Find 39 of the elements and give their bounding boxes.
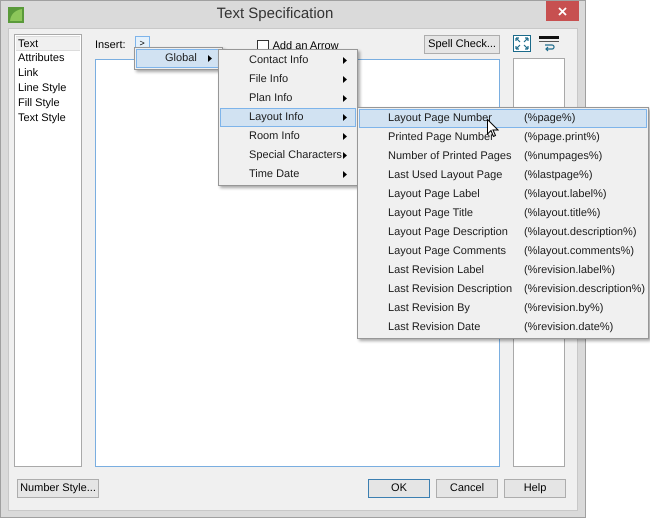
- expand-icon[interactable]: [513, 35, 531, 52]
- menu-item[interactable]: Layout Page Comments (%layout.comments%): [359, 242, 647, 261]
- menu-item[interactable]: Number of Printed Pages (%numpages%): [359, 147, 647, 166]
- menu-item[interactable]: Contact Info: [220, 51, 356, 70]
- menu-item[interactable]: Layout Page Label (%layout.label%): [359, 185, 647, 204]
- list-item[interactable]: Link: [16, 66, 80, 81]
- menu-item[interactable]: File Info: [220, 70, 356, 89]
- menu-item[interactable]: Last Revision By (%revision.by%): [359, 299, 647, 318]
- menu-item[interactable]: Layout Page Number (%page%): [359, 109, 647, 128]
- dialog-button[interactable]: Help: [504, 478, 566, 498]
- menu-item[interactable]: Last Revision Date (%revision.date%): [359, 318, 647, 337]
- text-wrap-icon[interactable]: [539, 35, 559, 52]
- checkbox-label: Add an Arrow: [272, 39, 339, 54]
- menu-item[interactable]: Layout Page Title (%layout.title%): [359, 204, 647, 223]
- dialog-button[interactable]: OK: [368, 478, 430, 498]
- close-icon: [558, 6, 567, 16]
- menu-item[interactable]: Last Revision Label (%revision.label%): [359, 261, 647, 280]
- close-button[interactable]: [546, 1, 579, 21]
- menu-item[interactable]: Last Revision Description (%revision.description%): [359, 280, 647, 299]
- number-style-button[interactable]: Number Style...: [17, 478, 99, 498]
- window-title: Text Specification: [216, 4, 334, 24]
- dialog-button[interactable]: Cancel: [436, 478, 498, 498]
- list-item[interactable]: Line Style: [16, 81, 80, 96]
- insert-label: Insert:: [95, 38, 126, 53]
- spell-check-button[interactable]: Spell Check...: [424, 35, 500, 54]
- menu-item[interactable]: Special Characters: [220, 146, 356, 165]
- list-item[interactable]: Text: [16, 36, 80, 51]
- app-icon: [8, 6, 24, 22]
- menu-item[interactable]: Layout Page Description (%layout.description%): [359, 223, 647, 242]
- list-item[interactable]: Attributes: [16, 51, 80, 66]
- menu-item[interactable]: Time Date: [220, 165, 356, 184]
- menu-item[interactable]: Last Used Layout Page (%lastpage%): [359, 166, 647, 185]
- menu-item[interactable]: Plan Info: [220, 89, 356, 108]
- menu-item[interactable]: Global: [136, 49, 221, 68]
- list-item[interactable]: Fill Style: [16, 96, 80, 111]
- list-item[interactable]: Text Style: [16, 111, 80, 126]
- menu-item[interactable]: Layout Info: [220, 108, 356, 127]
- menu-item[interactable]: Room Info: [220, 127, 356, 146]
- menu-item[interactable]: Printed Page Number (%page.print%): [359, 128, 647, 147]
